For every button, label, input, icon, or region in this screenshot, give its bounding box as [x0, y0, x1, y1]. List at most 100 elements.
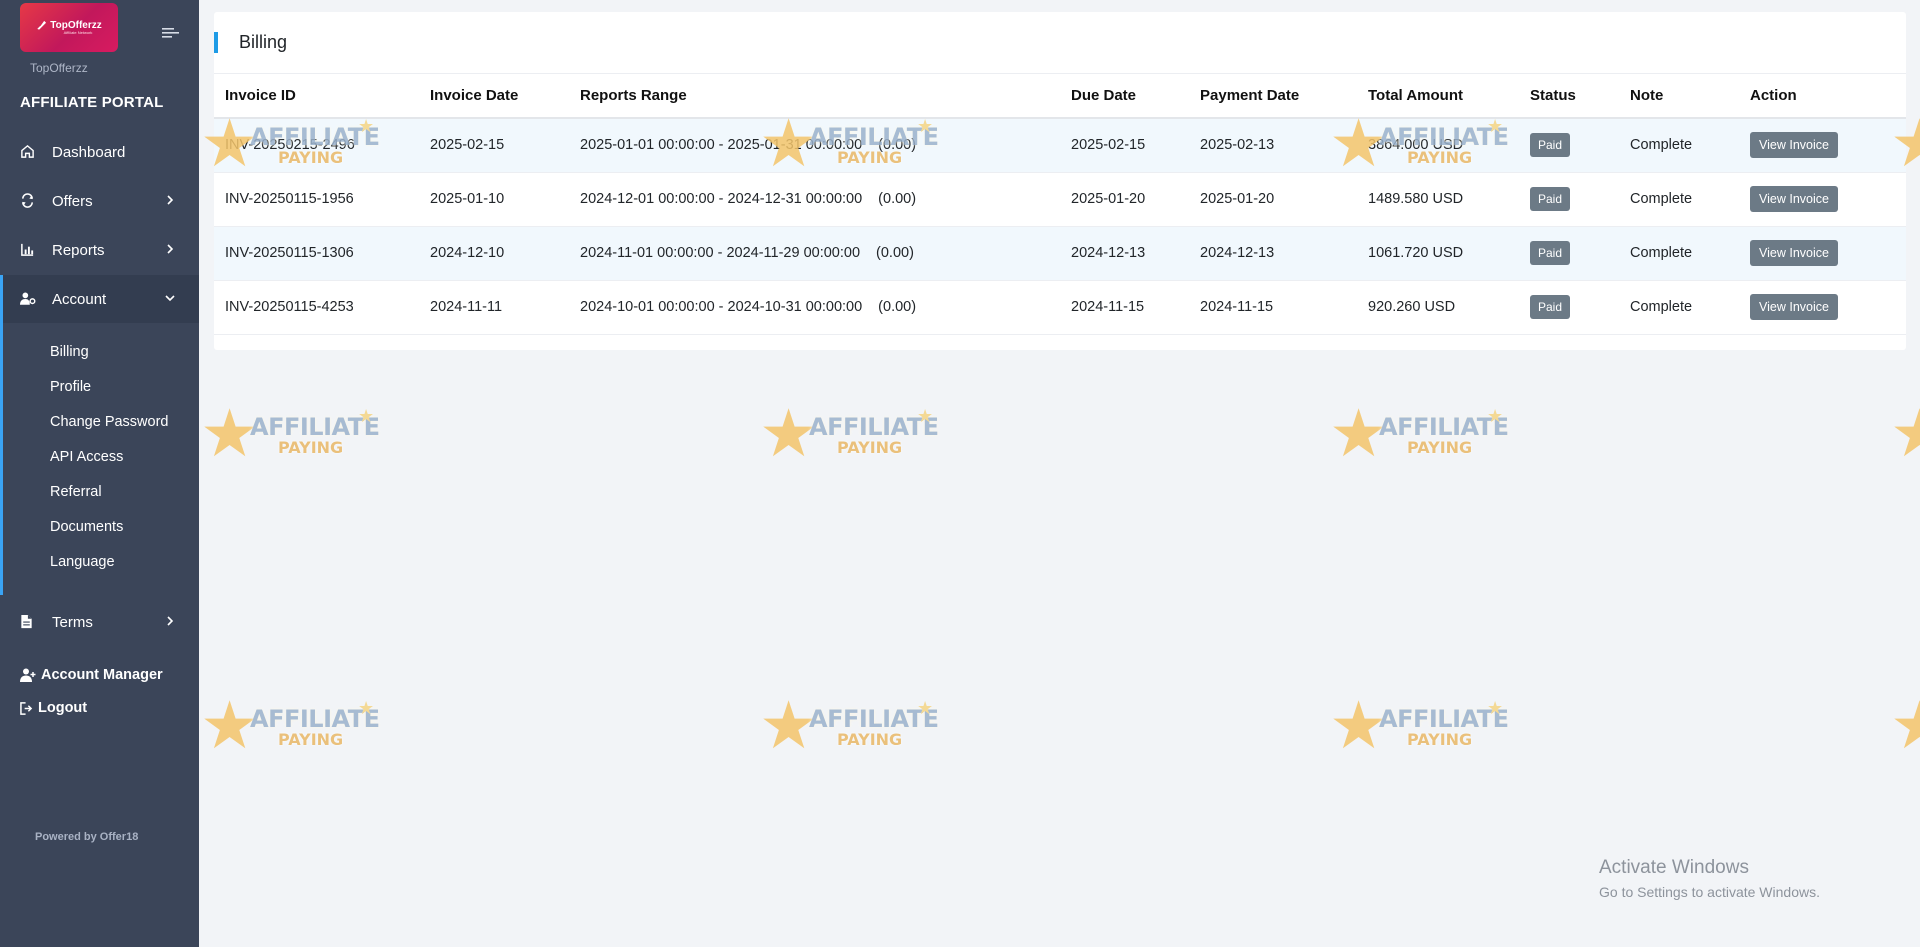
menu-toggle-icon[interactable]: [162, 26, 180, 40]
title-accent-bar: [214, 32, 218, 53]
invoice-date: 2025-02-15: [419, 118, 569, 173]
watermark-line1: AFFILIATE: [809, 413, 939, 441]
watermark-logo: ★: [1888, 398, 1920, 468]
submenu-profile[interactable]: Profile: [50, 379, 91, 395]
column-header: Action: [1739, 74, 1906, 119]
invoice-id: INV-20250115-1956: [214, 172, 419, 227]
watermark-logo: ★ AFFILIATE PAYING ★: [757, 398, 957, 468]
note: Complete: [1619, 172, 1739, 227]
star-icon: ★: [1890, 690, 1920, 760]
nav-terms[interactable]: Terms: [0, 598, 199, 646]
column-header: Status: [1519, 74, 1619, 119]
status-cell: Paid: [1519, 118, 1619, 173]
column-header: Invoice ID: [214, 74, 419, 119]
range-amount: (0.00): [878, 137, 917, 154]
view-invoice-button[interactable]: View Invoice: [1750, 186, 1838, 212]
reports-range: 2024-11-01 00:00:00 - 2024-11-29 00:00:0…: [569, 226, 1060, 281]
view-invoice-button[interactable]: View Invoice: [1750, 240, 1838, 266]
submenu-api-access[interactable]: API Access: [50, 449, 123, 465]
note: Complete: [1619, 118, 1739, 173]
note: Complete: [1619, 280, 1739, 335]
column-header: Reports Range: [569, 74, 1060, 119]
account-submenu: Billing Profile Change Password API Acce…: [0, 323, 199, 595]
status-cell: Paid: [1519, 280, 1619, 335]
submenu-referral[interactable]: Referral: [50, 484, 102, 500]
nav-dashboard[interactable]: Dashboard: [0, 128, 199, 176]
sparkle-icon: ★: [1487, 406, 1504, 426]
note: Complete: [1619, 226, 1739, 281]
total-amount: 1489.580 USD: [1357, 172, 1519, 227]
submenu-billing[interactable]: Billing: [50, 344, 89, 360]
sparkle-icon: ★: [917, 698, 934, 718]
account-manager-link[interactable]: Account Manager: [20, 667, 163, 683]
status-badge: Paid: [1530, 295, 1571, 319]
activation-title: Activate Windows: [1599, 857, 1749, 878]
view-invoice-button[interactable]: View Invoice: [1750, 132, 1838, 159]
column-header: Invoice Date: [419, 74, 569, 119]
logout-label: Logout: [38, 700, 88, 716]
page-title: Billing: [239, 32, 288, 52]
range-text: 2024-11-01 00:00:00 - 2024-11-29 00:00:0…: [580, 245, 861, 261]
nav-dashboard-label: Dashboard: [52, 143, 126, 161]
nav-reports[interactable]: Reports: [0, 226, 199, 274]
nav-reports-label: Reports: [52, 241, 105, 259]
nav-terms-label: Terms: [52, 613, 93, 631]
invoice-id: INV-20250215-2496: [214, 118, 419, 173]
brand-name: TopOfferzz: [30, 61, 88, 75]
watermark-line2: PAYING: [278, 438, 344, 457]
payment-date: 2025-02-13: [1189, 118, 1357, 173]
table-row: INV-20250115-1306 2024-12-10 2024-11-01 …: [214, 226, 1906, 281]
table-header-row: Invoice ID Invoice Date Reports Range Du…: [214, 74, 1906, 119]
range-text: 2025-01-01 00:00:00 - 2025-01-31 00:00:0…: [580, 137, 863, 154]
nav-account[interactable]: Account: [0, 275, 199, 323]
brand-logo-tagline: Affiliate Network: [63, 30, 93, 35]
watermark-line2: PAYING: [837, 730, 903, 749]
nav-offers-label: Offers: [52, 192, 93, 210]
invoice-id: INV-20250115-1306: [214, 226, 419, 281]
table-row: INV-20250115-4253 2024-11-11 2024-10-01 …: [214, 280, 1906, 335]
watermark-logo: ★ AFFILIATE PAYING ★: [757, 690, 957, 760]
invoice-id: INV-20250115-4253: [214, 280, 419, 335]
nav-account-label: Account: [52, 290, 107, 308]
sparkle-icon: ★: [358, 698, 375, 718]
reports-range: 2024-12-01 00:00:00 - 2024-12-31 00:00:0…: [569, 172, 1060, 227]
payment-date: 2024-11-15: [1189, 280, 1357, 335]
brand-logo[interactable]: TopOfferzz Affiliate Network: [20, 3, 118, 52]
due-date: 2025-02-15: [1060, 118, 1189, 173]
submenu-documents[interactable]: Documents: [50, 519, 123, 535]
portal-title: AFFILIATE PORTAL: [20, 94, 164, 111]
submenu-language[interactable]: Language: [50, 554, 115, 570]
star-icon: ★: [1329, 396, 1389, 470]
watermark-logo: ★: [1888, 690, 1920, 760]
watermark-line1: AFFILIATE: [1379, 705, 1509, 733]
billing-table: Invoice ID Invoice Date Reports Range Du…: [214, 74, 1906, 335]
document-icon: [20, 614, 36, 630]
user-gear-icon: [20, 291, 36, 307]
star-icon: ★: [200, 688, 260, 762]
submenu-change-password[interactable]: Change Password: [50, 414, 169, 430]
activation-subtitle: Go to Settings to activate Windows.: [1599, 884, 1820, 900]
action-cell: View Invoice: [1739, 226, 1906, 281]
range-amount: (0.00): [876, 245, 914, 261]
chevron-right-icon: [167, 195, 174, 205]
range-amount: (0.00): [878, 191, 917, 207]
card-header: Billing: [214, 12, 1906, 74]
sparkle-icon: ★: [917, 406, 934, 426]
nav-offers[interactable]: Offers: [0, 177, 199, 225]
status-badge: Paid: [1530, 133, 1571, 158]
due-date: 2024-11-15: [1060, 280, 1189, 335]
sign-out-icon: [20, 701, 33, 715]
payment-date: 2025-01-20: [1189, 172, 1357, 227]
watermark-line2: PAYING: [1407, 438, 1473, 457]
logout-link[interactable]: Logout: [20, 700, 87, 716]
column-header: Due Date: [1060, 74, 1189, 119]
watermark-line2: PAYING: [278, 730, 344, 749]
payment-date: 2024-12-13: [1189, 226, 1357, 281]
home-icon: [20, 144, 36, 160]
watermark-line1: AFFILIATE: [250, 705, 380, 733]
view-invoice-button[interactable]: View Invoice: [1750, 294, 1838, 320]
sync-icon: [20, 193, 36, 209]
table-row: INV-20250115-1956 2025-01-10 2024-12-01 …: [214, 172, 1906, 227]
star-icon: ★: [1329, 688, 1389, 762]
due-date: 2024-12-13: [1060, 226, 1189, 281]
